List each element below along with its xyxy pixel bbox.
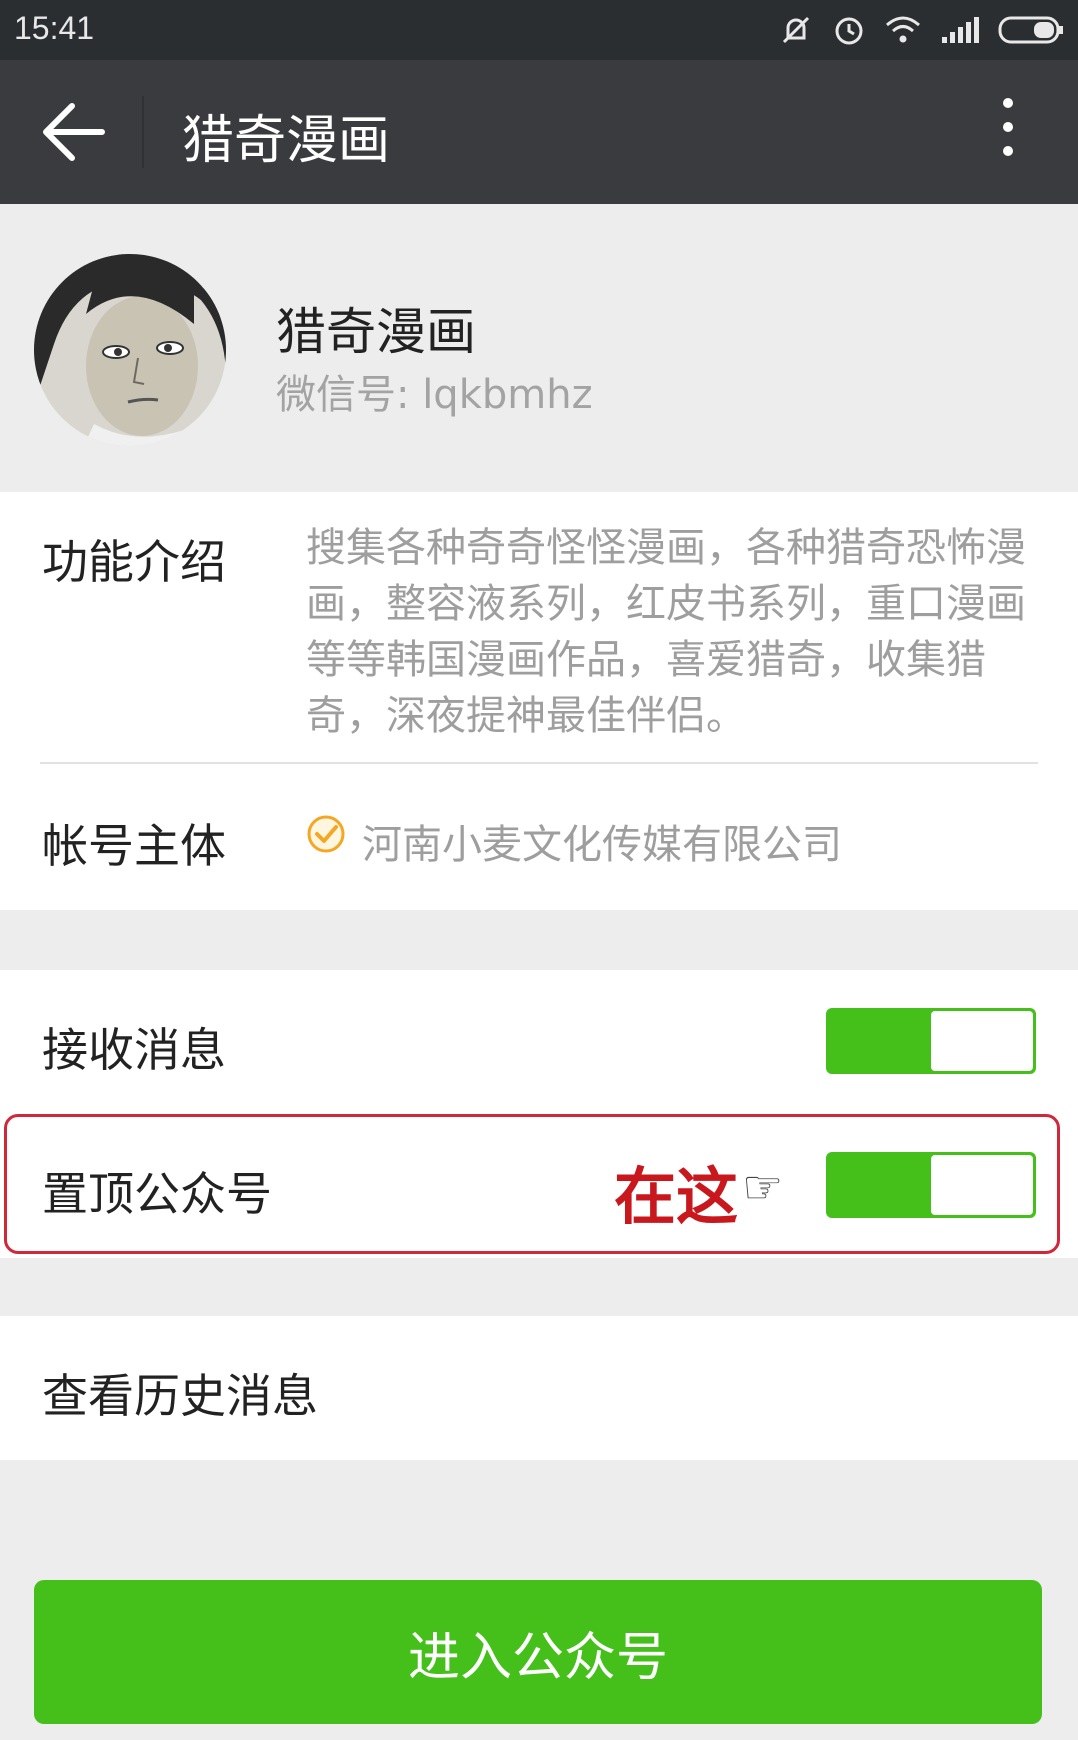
verified-check-icon	[307, 815, 345, 853]
avatar[interactable]	[34, 254, 226, 446]
status-icons	[778, 12, 1064, 48]
app-bar-divider	[142, 96, 144, 168]
owner-label: 帐号主体	[42, 819, 226, 873]
info-section: 功能介绍 搜集各种奇奇怪怪漫画，各种猎奇恐怖漫画，整容液系列，红皮书系列，重口漫…	[0, 492, 1078, 910]
intro-label: 功能介绍	[42, 535, 226, 589]
wifi-icon	[886, 16, 920, 43]
info-divider	[40, 762, 1038, 764]
account-name: 猎奇漫画	[276, 303, 476, 361]
battery-icon	[998, 16, 1063, 44]
history-row[interactable]: 查看历史消息	[0, 1316, 1078, 1460]
signal-icon	[942, 17, 979, 43]
highlight-box	[4, 1114, 1060, 1254]
receive-messages-row: 接收消息	[0, 970, 1078, 1114]
owner-company: 河南小麦文化传媒有限公司	[362, 822, 842, 868]
annotation-text: 在这	[614, 1160, 739, 1233]
status-time: 15:41	[14, 10, 95, 46]
receive-messages-label: 接收消息	[42, 1023, 226, 1077]
status-bar: 15:41	[0, 0, 1078, 60]
wechat-id: 微信号: lqkbmhz	[276, 372, 593, 418]
intro-text: 搜集各种奇奇怪怪漫画，各种猎奇恐怖漫画，整容液系列，红皮书系列，重口漫画等等韩国…	[306, 525, 1026, 739]
enter-account-button[interactable]: 进入公众号	[34, 1580, 1042, 1724]
app-bar: 猎奇漫画	[0, 60, 1078, 204]
receive-messages-toggle[interactable]	[826, 1008, 1036, 1074]
toggle-knob	[931, 1011, 1033, 1071]
profile-header: 猎奇漫画 微信号: lqkbmhz	[0, 204, 1078, 492]
page-title: 猎奇漫画	[182, 111, 391, 171]
mute-bell-icon	[782, 16, 810, 44]
pointing-hand-icon: ☞	[742, 1160, 784, 1214]
history-label: 查看历史消息	[42, 1369, 318, 1423]
alarm-icon	[835, 17, 863, 45]
more-options-icon[interactable]	[998, 98, 1018, 164]
back-arrow-icon[interactable]	[38, 100, 108, 164]
